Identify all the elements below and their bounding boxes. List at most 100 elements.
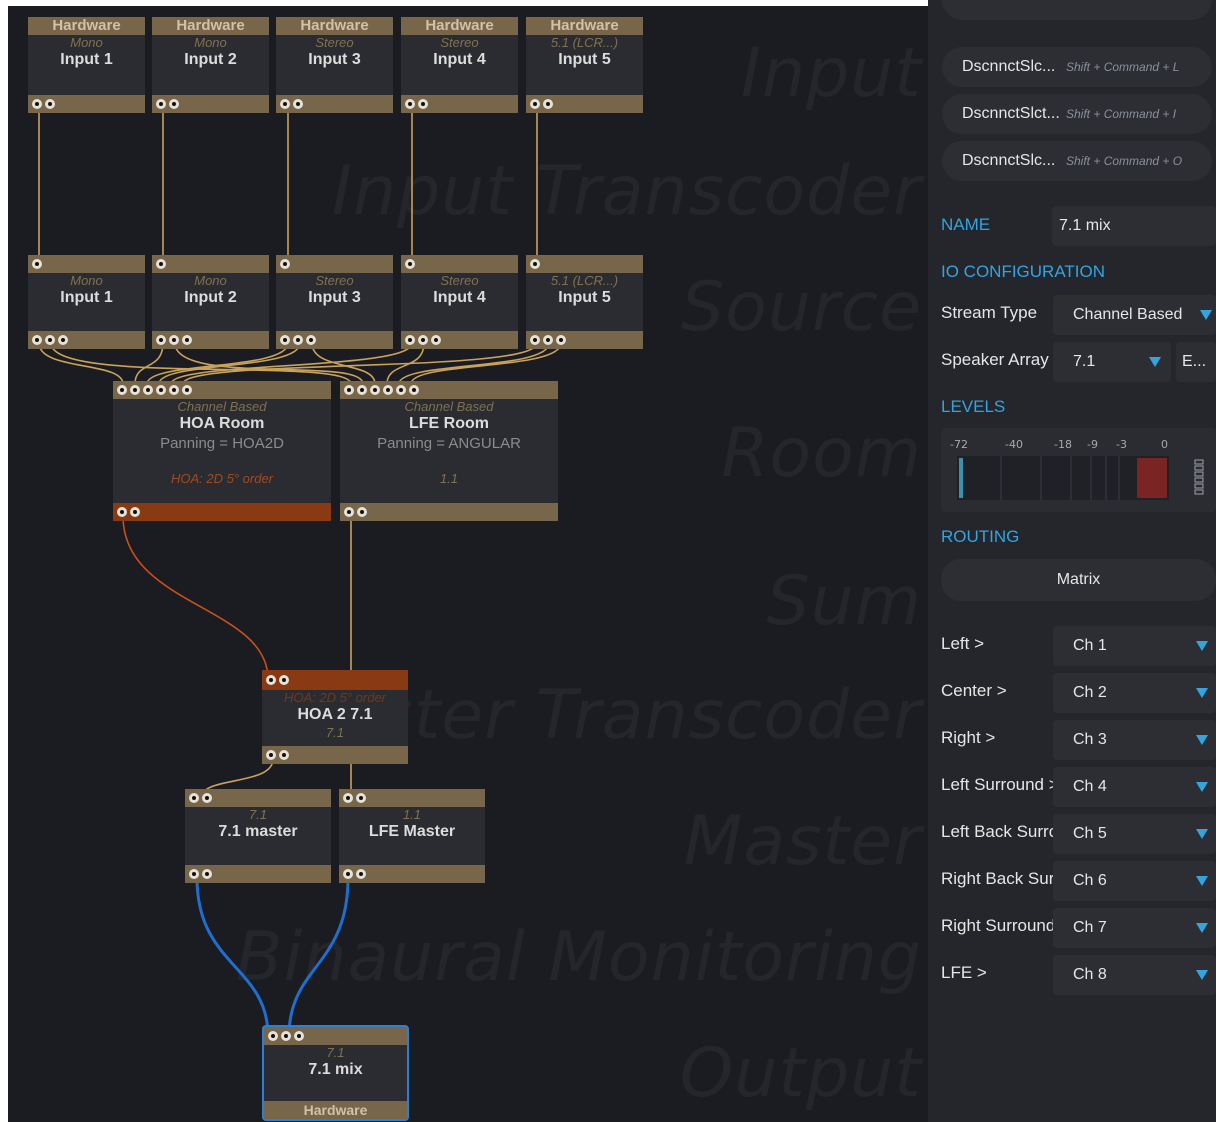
node-header-bar [339, 789, 485, 807]
node-type-label: Channel Based [404, 399, 494, 414]
routing-channel-select[interactable]: Ch 1 [1053, 626, 1216, 666]
chevron-down-icon [1149, 357, 1161, 367]
node-footer-bar [28, 331, 145, 349]
node-title: Input 1 [60, 51, 113, 68]
hoa2-transcoder-node[interactable]: HOA: 2D 5° order HOA 2 7.1 7.1 [262, 670, 408, 764]
node-footer-bar [339, 865, 485, 883]
source-node[interactable]: Mono Input 1 [28, 255, 145, 349]
node-footer-bar [526, 331, 643, 349]
node-title: Input 1 [60, 289, 113, 306]
node-type-label: Stereo [440, 273, 479, 288]
chevron-down-icon [1196, 829, 1208, 839]
hardware-input-node[interactable]: Hardware 5.1 (LCR...) Input 5 [526, 17, 643, 113]
source-node[interactable]: Stereo Input 4 [401, 255, 518, 349]
levels-heading: LEVELS [941, 397, 1006, 416]
stream-type-label: Stream Type [941, 303, 1038, 322]
node-title: 7.1 mix [308, 1061, 363, 1078]
node-graph-canvas[interactable]: Input Input Transcoder Source Room Sum M… [8, 6, 928, 1122]
node-type-label: Mono [70, 273, 103, 288]
shortcut-label: Shift + Command + I [1066, 107, 1177, 121]
node-header-bar: Hardware [526, 17, 643, 35]
node-footer-bar [262, 746, 408, 764]
meter-scale-tick: -3 [1116, 438, 1127, 451]
routing-channel-select[interactable]: Ch 5 [1053, 814, 1216, 854]
hoa-room-node[interactable]: Channel Based HOA Room Panning = HOA2D H… [113, 381, 331, 521]
node-footer-bar [276, 95, 393, 113]
level-meter-graphic: -72 -40 -18 -9 -3 0 [950, 438, 1204, 500]
lfe-room-node[interactable]: Channel Based LFE Room Panning = ANGULAR… [340, 381, 558, 521]
meter-scale-tick: -18 [1054, 438, 1072, 451]
node-type-label: Stereo [315, 35, 354, 50]
speaker-array-select[interactable]: 7.1 [1053, 342, 1171, 382]
node-footer-bar [113, 503, 331, 521]
level-meter: -72 -40 -18 -9 -3 0 [941, 428, 1216, 512]
output-71-mix-node[interactable]: 7.1 7.1 mix Hardware [262, 1025, 409, 1121]
meter-scale-tick: -72 [950, 438, 968, 451]
chevron-down-icon [1196, 782, 1208, 792]
disconnect-selected-inputs-button[interactable]: DscnnctSlct... Shift + Command + I [942, 94, 1212, 134]
edit-speaker-array-button[interactable]: E... [1176, 342, 1216, 382]
select-value: Ch 5 [1073, 825, 1107, 842]
source-node[interactable]: Mono Input 2 [152, 255, 269, 349]
hardware-input-node[interactable]: Hardware Mono Input 1 [28, 17, 145, 113]
name-input[interactable]: 7.1 mix [1052, 206, 1216, 246]
meter-scale-tick: 0 [1161, 438, 1168, 451]
wire-lfe-master-output [287, 877, 350, 1037]
routing-speaker-label: Right > [941, 728, 996, 747]
stream-type-select[interactable]: Channel Based [1053, 295, 1216, 335]
source-node[interactable]: Stereo Input 3 [276, 255, 393, 349]
node-header-bar [185, 789, 331, 807]
routing-channel-select[interactable]: Ch 3 [1053, 720, 1216, 760]
routing-speaker-label: Left Back Surround > [941, 822, 1053, 841]
node-header-bar: Hardware [152, 17, 269, 35]
hardware-input-node[interactable]: Hardware Mono Input 2 [152, 17, 269, 113]
routing-channel-select[interactable]: Ch 4 [1053, 767, 1216, 807]
shortcut-label: Shift + Command + O [1066, 154, 1183, 168]
properties-panel: DscnnctSlc... Shift + Command + L Dscnnc… [928, 0, 1216, 1122]
node-header-bar: Hardware [401, 17, 518, 35]
node-title: Input 4 [433, 289, 486, 306]
routing-channel-select[interactable]: Ch 2 [1053, 673, 1216, 713]
node-header-bar [28, 255, 145, 273]
button-label: DscnnctSlc... [962, 58, 1056, 75]
routing-channel-select[interactable]: Ch 7 [1053, 908, 1216, 948]
node-title: HOA Room [179, 415, 265, 432]
node-title: LFE Room [409, 415, 489, 432]
select-value: Ch 4 [1073, 778, 1107, 795]
node-title: Input 4 [433, 51, 486, 68]
select-value: Ch 1 [1073, 637, 1107, 654]
select-value: Ch 7 [1073, 919, 1107, 936]
master-71-node[interactable]: 7.1 7.1 master [185, 789, 331, 883]
routing-speaker-label: Left Surround > [941, 775, 1053, 794]
routing-speaker-label: Right Back Surround > [941, 869, 1053, 888]
select-value: Ch 8 [1073, 966, 1107, 983]
routing-speaker-label: LFE > [941, 963, 987, 982]
select-value: 7.1 [1073, 353, 1096, 370]
button-label: DscnnctSlc... [962, 152, 1056, 169]
node-header-bar [113, 381, 331, 399]
node-header-bar [262, 670, 408, 690]
node-title: Input 2 [184, 289, 237, 306]
disconnect-selected-left-button[interactable]: DscnnctSlc... Shift + Command + L [942, 47, 1212, 87]
hardware-input-node[interactable]: Hardware Stereo Input 4 [401, 17, 518, 113]
routing-channel-select[interactable]: Ch 6 [1053, 861, 1216, 901]
collapsed-button[interactable] [942, 0, 1212, 20]
shortcut-label: Shift + Command + L [1066, 60, 1180, 74]
node-header-bar [276, 255, 393, 273]
hardware-input-node[interactable]: Hardware Stereo Input 3 [276, 17, 393, 113]
disconnect-selected-outputs-button[interactable]: DscnnctSlc... Shift + Command + O [942, 141, 1212, 181]
source-node[interactable]: 5.1 (LCR...) Input 5 [526, 255, 643, 349]
select-value: Ch 2 [1073, 684, 1107, 701]
node-header-bar [340, 381, 558, 399]
node-title: Input 2 [184, 51, 237, 68]
lfe-master-node[interactable]: 1.1 LFE Master [339, 789, 485, 883]
io-config-heading: IO CONFIGURATION [941, 262, 1106, 281]
node-header-bar: Hardware [28, 17, 145, 35]
chevron-down-icon [1196, 688, 1208, 698]
routing-channel-select[interactable]: Ch 8 [1053, 955, 1216, 995]
node-type-label: Mono [194, 35, 227, 50]
matrix-button[interactable]: Matrix [941, 559, 1216, 601]
node-type-label: Mono [70, 35, 103, 50]
meter-scale-tick: -40 [1005, 438, 1023, 451]
node-format-label: HOA: 2D 5° order [170, 471, 273, 486]
